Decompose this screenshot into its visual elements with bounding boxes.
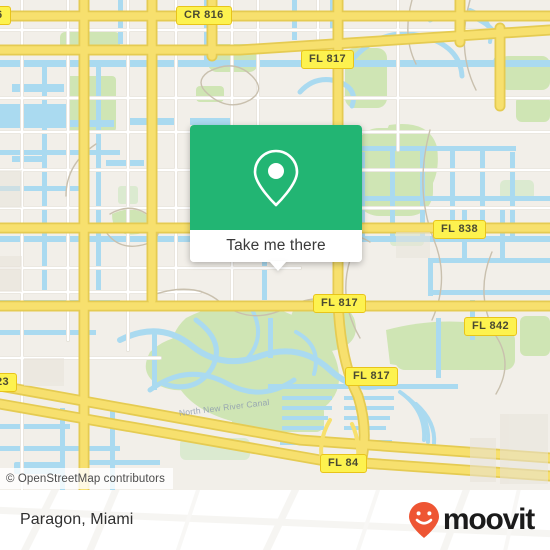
road-shield: FL 838	[433, 220, 487, 239]
place-name: Paragon, Miami	[20, 511, 134, 528]
map-screenshot: .w { fill:#aadaf0; } .wl { stroke:#aadaf…	[0, 0, 550, 550]
road-shield: FL 817	[345, 367, 399, 386]
attribution-text: © OpenStreetMap contributors	[6, 472, 165, 485]
callout-action-label[interactable]: Take me there	[190, 230, 362, 262]
moovit-pin-icon	[408, 502, 439, 538]
osm-attribution[interactable]: © OpenStreetMap contributors	[0, 468, 173, 489]
road-shield: FL 817	[301, 50, 355, 69]
moovit-wordmark: moovit	[442, 503, 535, 536]
road-shield: FL 84	[320, 454, 367, 473]
take-me-there-callout[interactable]: Take me there	[190, 125, 362, 271]
road-shield: FL 817	[313, 294, 367, 313]
road-shield: 23	[0, 373, 18, 392]
road-shield: CR 816	[176, 6, 232, 25]
footer-bar: Paragon, Miami moovit	[0, 490, 550, 550]
map-pin-icon	[253, 149, 299, 206]
road-shield: 6	[0, 6, 11, 25]
callout-image-area	[190, 125, 362, 230]
callout-pointer-tail	[269, 261, 287, 271]
moovit-logo[interactable]: moovit	[407, 501, 535, 539]
map-canvas[interactable]: .w { fill:#aadaf0; } .wl { stroke:#aadaf…	[0, 0, 550, 490]
road-shield: FL 842	[464, 317, 518, 336]
